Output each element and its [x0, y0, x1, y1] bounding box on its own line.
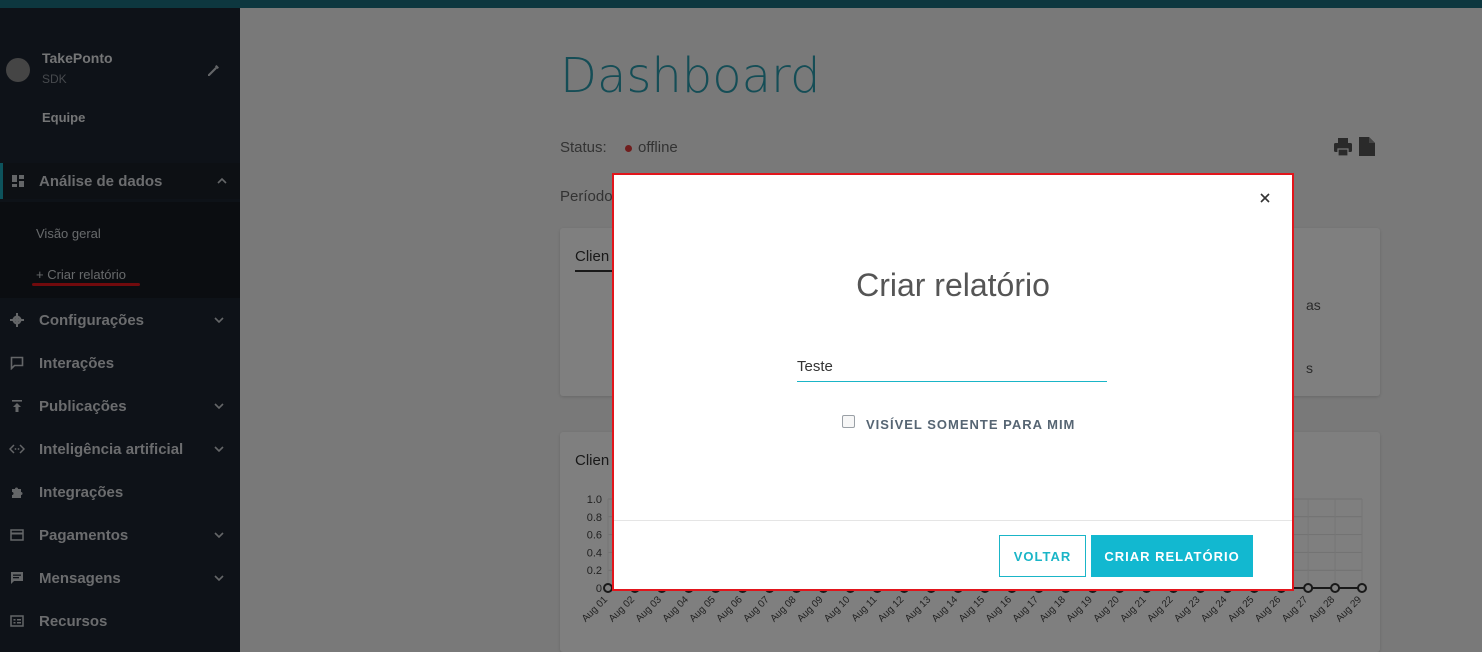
report-name-input[interactable] — [797, 351, 1107, 382]
create-report-button[interactable]: CRIAR RELATÓRIO — [1091, 535, 1253, 577]
create-report-modal: Criar relatório VISÍVEL SOMENTE PARA MIM… — [612, 173, 1294, 591]
visibility-checkbox-label[interactable]: VISÍVEL SOMENTE PARA MIM — [866, 417, 1075, 432]
modal-title: Criar relatório — [856, 267, 1050, 303]
close-icon[interactable] — [1258, 191, 1272, 205]
visibility-checkbox[interactable] — [842, 415, 855, 428]
back-button[interactable]: VOLTAR — [999, 535, 1086, 577]
modal-footer-divider — [614, 520, 1292, 521]
